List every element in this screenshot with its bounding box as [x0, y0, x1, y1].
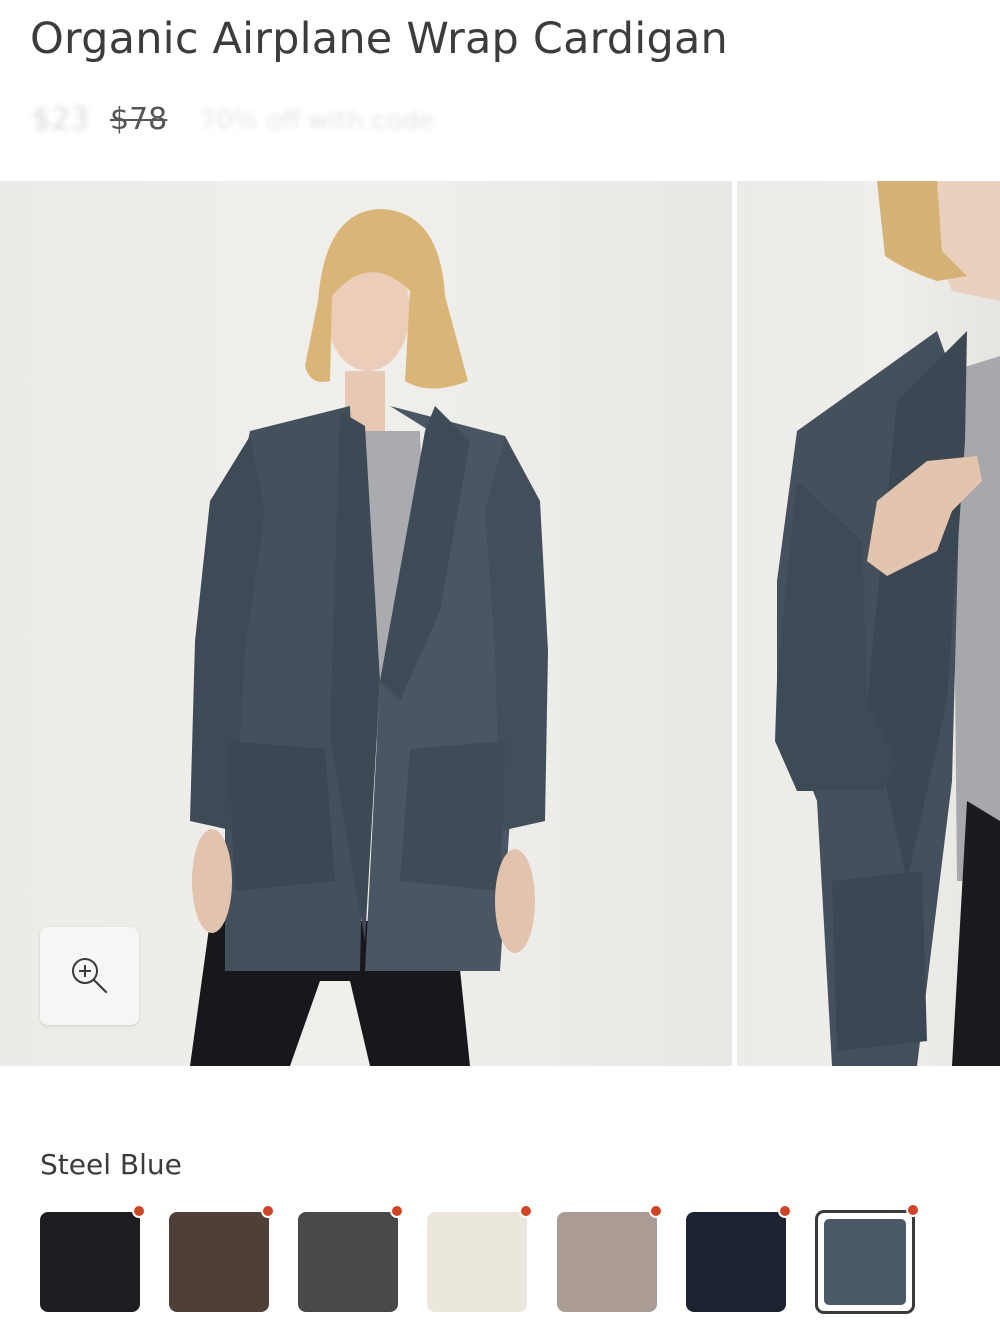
gallery-slide-next[interactable]	[737, 181, 1000, 1066]
swatch-indicator-dot	[519, 1204, 533, 1218]
swatch-cream[interactable]	[427, 1204, 533, 1312]
swatch-black[interactable]	[40, 1204, 146, 1312]
swatch-navy[interactable]	[686, 1204, 792, 1312]
swatch-charcoal[interactable]	[298, 1204, 404, 1312]
swatch-indicator-dot	[778, 1204, 792, 1218]
product-image-gallery[interactable]	[0, 181, 1000, 1066]
swatch-taupe[interactable]	[557, 1204, 663, 1312]
swatch-steel-blue[interactable]	[815, 1203, 920, 1314]
swatch-indicator-dot	[649, 1204, 663, 1218]
swatch-indicator-dot	[132, 1204, 146, 1218]
swatch-indicator-dot	[390, 1204, 404, 1218]
color-swatch-list	[0, 1203, 1000, 1316]
zoom-in-icon	[71, 958, 107, 994]
zoom-button[interactable]	[40, 927, 139, 1025]
swatch-brown[interactable]	[169, 1204, 275, 1312]
model-detail-image	[775, 181, 1000, 1066]
selected-color-label: Steel Blue	[40, 1148, 182, 1181]
swatch-indicator-dot	[906, 1203, 920, 1217]
price-row: $23 $78 70% off with code	[30, 100, 550, 144]
swatch-indicator-dot	[261, 1204, 275, 1218]
discount-note: 70% off with code	[200, 106, 435, 136]
original-price: $78	[110, 102, 168, 137]
product-title: Organic Airplane Wrap Cardigan	[30, 14, 728, 64]
swatch-fill	[824, 1219, 906, 1305]
sale-price: $23	[32, 102, 90, 137]
